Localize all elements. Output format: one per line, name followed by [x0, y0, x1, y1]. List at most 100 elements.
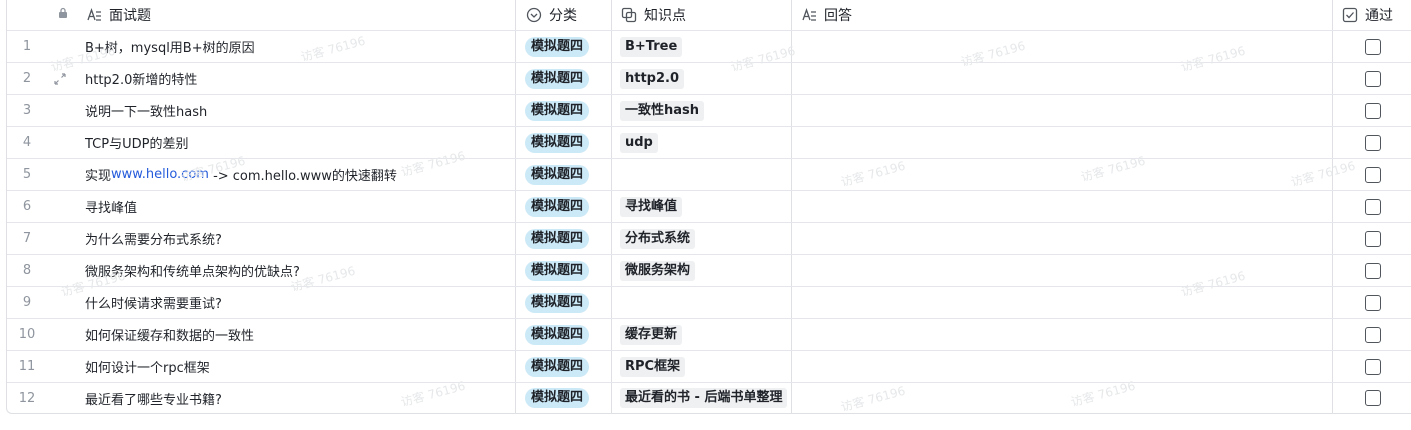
table-grid: 面试题 分类 知识点 回答 通过 1 B+树，mysql用B+树的原因 模拟题四… — [6, 0, 1411, 414]
category-cell[interactable]: 模拟题四 — [516, 63, 612, 94]
table-row[interactable]: 10 如何保证缓存和数据的一致性 模拟题四 缓存更新 — [7, 319, 1411, 351]
table-row[interactable]: 1 B+树，mysql用B+树的原因 模拟题四 B+Tree — [7, 31, 1411, 63]
expand-cell — [47, 255, 77, 286]
category-cell[interactable]: 模拟题四 — [516, 31, 612, 62]
lock-icon — [57, 7, 69, 23]
pass-cell — [1333, 223, 1411, 254]
table-row[interactable]: 9 什么时候请求需要重试? 模拟题四 — [7, 287, 1411, 319]
pass-checkbox[interactable] — [1364, 326, 1381, 343]
question-link[interactable]: www.hello.com — [111, 167, 209, 182]
pass-checkbox[interactable] — [1364, 166, 1381, 183]
answer-cell[interactable] — [792, 63, 1333, 94]
pass-checkbox[interactable] — [1364, 102, 1381, 119]
category-tag: 模拟题四 — [525, 196, 590, 217]
question-cell[interactable]: 说明一下一致性hash — [77, 95, 516, 126]
answer-cell[interactable] — [792, 319, 1333, 350]
expand-cell — [47, 383, 77, 413]
knowledge-cell[interactable]: udp — [612, 127, 792, 158]
answer-cell[interactable] — [792, 191, 1333, 222]
answer-cell[interactable] — [792, 159, 1333, 190]
question-cell[interactable]: 如何保证缓存和数据的一致性 — [77, 319, 516, 350]
table-row[interactable]: 3 说明一下一致性hash 模拟题四 一致性hash — [7, 95, 1411, 127]
knowledge-cell[interactable] — [612, 287, 792, 318]
table-row[interactable]: 6 寻找峰值 模拟题四 寻找峰值 — [7, 191, 1411, 223]
answer-cell[interactable] — [792, 351, 1333, 382]
pass-checkbox[interactable] — [1364, 358, 1381, 375]
knowledge-cell[interactable]: 寻找峰值 — [612, 191, 792, 222]
category-cell[interactable]: 模拟题四 — [516, 351, 612, 382]
category-tag: 模拟题四 — [525, 292, 590, 313]
category-cell[interactable]: 模拟题四 — [516, 223, 612, 254]
knowledge-cell[interactable]: http2.0 — [612, 63, 792, 94]
answer-cell[interactable] — [792, 223, 1333, 254]
pass-checkbox[interactable] — [1364, 198, 1381, 215]
row-index: 3 — [22, 103, 32, 118]
pass-cell — [1333, 31, 1411, 62]
knowledge-cell[interactable]: 分布式系统 — [612, 223, 792, 254]
category-cell[interactable]: 模拟题四 — [516, 95, 612, 126]
answer-cell[interactable] — [792, 31, 1333, 62]
text-field-icon — [800, 6, 818, 24]
pass-checkbox[interactable] — [1364, 70, 1381, 87]
question-cell[interactable]: 什么时候请求需要重试? — [77, 287, 516, 318]
pass-checkbox[interactable] — [1364, 230, 1381, 247]
answer-cell[interactable] — [792, 287, 1333, 318]
knowledge-cell[interactable]: 最近看的书 - 后端书单整理 — [612, 383, 792, 413]
table-row[interactable]: 12 最近看了哪些专业书籍? 模拟题四 最近看的书 - 后端书单整理 — [7, 383, 1411, 413]
column-header-knowledge[interactable]: 知识点 — [612, 0, 792, 30]
question-cell[interactable]: B+树，mysql用B+树的原因 — [77, 31, 516, 62]
category-cell[interactable]: 模拟题四 — [516, 287, 612, 318]
table-row[interactable]: 2 http2.0新增的特性 模拟题四 http2.0 — [7, 63, 1411, 95]
multi-select-icon — [620, 6, 638, 24]
pass-cell — [1333, 351, 1411, 382]
pass-checkbox[interactable] — [1364, 294, 1381, 311]
table-row[interactable]: 5 实现 www.hello.com -> com.hello.www的快速翻转 … — [7, 159, 1411, 191]
column-header-label: 回答 — [824, 8, 852, 24]
pass-checkbox[interactable] — [1364, 390, 1381, 406]
column-header-pass[interactable]: 通过 — [1333, 0, 1411, 30]
table-row[interactable]: 8 微服务架构和传统单点架构的优缺点? 模拟题四 微服务架构 — [7, 255, 1411, 287]
knowledge-cell[interactable]: 微服务架构 — [612, 255, 792, 286]
pass-checkbox[interactable] — [1364, 38, 1381, 55]
category-tag: 模拟题四 — [525, 36, 590, 57]
knowledge-cell[interactable]: 缓存更新 — [612, 319, 792, 350]
category-tag: 模拟题四 — [525, 356, 590, 377]
column-header-question[interactable]: 面试题 — [77, 0, 516, 30]
column-header-answer[interactable]: 回答 — [792, 0, 1333, 30]
knowledge-cell[interactable]: 一致性hash — [612, 95, 792, 126]
table-row[interactable]: 7 为什么需要分布式系统? 模拟题四 分布式系统 — [7, 223, 1411, 255]
knowledge-cell[interactable]: RPC框架 — [612, 351, 792, 382]
table-row[interactable]: 11 如何设计一个rpc框架 模拟题四 RPC框架 — [7, 351, 1411, 383]
expand-record-icon[interactable] — [53, 71, 67, 90]
pass-checkbox[interactable] — [1364, 262, 1381, 279]
question-text: 如何保证缓存和数据的一致性 — [85, 329, 255, 344]
knowledge-cell[interactable] — [612, 159, 792, 190]
category-cell[interactable]: 模拟题四 — [516, 319, 612, 350]
category-cell[interactable]: 模拟题四 — [516, 127, 612, 158]
table-row[interactable]: 4 TCP与UDP的差别 模拟题四 udp — [7, 127, 1411, 159]
question-text: -> com.hello.www的快速翻转 — [208, 169, 397, 184]
row-index: 10 — [18, 327, 36, 342]
category-cell[interactable]: 模拟题四 — [516, 159, 612, 190]
question-cell[interactable]: 如何设计一个rpc框架 — [77, 351, 516, 382]
pass-cell — [1333, 255, 1411, 286]
question-cell[interactable]: http2.0新增的特性 — [77, 63, 516, 94]
question-cell[interactable]: 寻找峰值 — [77, 191, 516, 222]
category-cell[interactable]: 模拟题四 — [516, 255, 612, 286]
question-cell[interactable]: 实现 www.hello.com -> com.hello.www的快速翻转 — [77, 159, 516, 190]
question-cell[interactable]: 最近看了哪些专业书籍? — [77, 383, 516, 413]
category-cell[interactable]: 模拟题四 — [516, 191, 612, 222]
category-cell[interactable]: 模拟题四 — [516, 383, 612, 413]
category-tag: 模拟题四 — [525, 260, 590, 281]
answer-cell[interactable] — [792, 383, 1333, 413]
answer-cell[interactable] — [792, 255, 1333, 286]
question-cell[interactable]: 微服务架构和传统单点架构的优缺点? — [77, 255, 516, 286]
answer-cell[interactable] — [792, 127, 1333, 158]
pass-checkbox[interactable] — [1364, 134, 1381, 151]
question-cell[interactable]: TCP与UDP的差别 — [77, 127, 516, 158]
question-cell[interactable]: 为什么需要分布式系统? — [77, 223, 516, 254]
expand-cell — [47, 63, 77, 94]
knowledge-cell[interactable]: B+Tree — [612, 31, 792, 62]
column-header-category[interactable]: 分类 — [516, 0, 612, 30]
answer-cell[interactable] — [792, 95, 1333, 126]
